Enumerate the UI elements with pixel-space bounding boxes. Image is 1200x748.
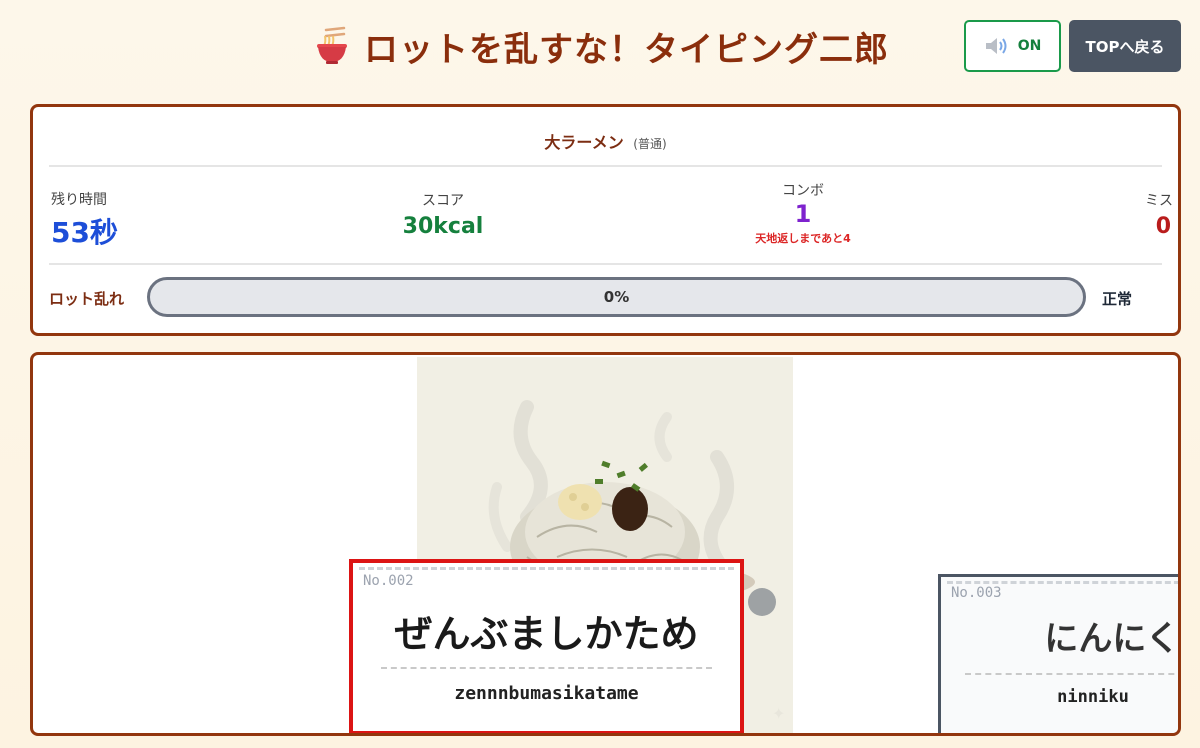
card-separator bbox=[381, 667, 712, 669]
time-stat: 残り時間 53秒 bbox=[51, 189, 118, 251]
miss-label: ミス bbox=[1145, 193, 1173, 209]
speaker-icon bbox=[985, 38, 1007, 54]
card-number: No.003 bbox=[951, 585, 1002, 601]
miss-value: 0 bbox=[1155, 214, 1171, 239]
score-value: 30kcal bbox=[402, 214, 484, 239]
status-divider-top bbox=[49, 165, 1162, 167]
combo-stat: コンボ 1 天地返しまであと4 bbox=[733, 180, 873, 246]
course-level: (普通) bbox=[633, 137, 667, 151]
lot-disorder-label: ロット乱れ bbox=[49, 290, 125, 308]
sound-toggle-button[interactable]: ON bbox=[964, 20, 1061, 72]
sound-state-label: ON bbox=[1017, 38, 1042, 54]
ramen-bowl-icon bbox=[317, 26, 347, 64]
combo-value: 1 bbox=[794, 200, 812, 228]
combo-label: コンボ bbox=[782, 183, 824, 199]
time-value: 53秒 bbox=[51, 216, 118, 249]
status-divider-bottom bbox=[49, 263, 1162, 265]
miss-stat: ミス 0 bbox=[1123, 190, 1173, 239]
next-word-card: No.003 にんにく ninniku bbox=[938, 574, 1180, 733]
game-area: ✦ No.002 ぜんぶましかため zennnbumasikatame No.0… bbox=[30, 352, 1181, 736]
lot-state-label: 正常 bbox=[1102, 290, 1133, 308]
lot-disorder-percent: 0% bbox=[603, 288, 630, 306]
card-romaji: zennnbumasikatame bbox=[454, 683, 639, 704]
card-word: ぜんぶましかため bbox=[394, 612, 699, 656]
time-label: 残り時間 bbox=[51, 192, 107, 208]
course-name: 大ラーメン bbox=[544, 133, 624, 152]
score-stat: スコア 30kcal bbox=[383, 190, 503, 239]
score-label: スコア bbox=[422, 193, 464, 209]
card-number: No.002 bbox=[363, 573, 414, 589]
combo-note: 天地返しまであと4 bbox=[755, 232, 851, 245]
course-title: 大ラーメン (普通) bbox=[33, 129, 1178, 153]
svg-text:✦: ✦ bbox=[772, 704, 785, 723]
card-perforation bbox=[947, 581, 1178, 584]
title-text: ロットを乱すな！タイピング二郎 bbox=[364, 29, 889, 70]
back-to-top-button[interactable]: TOPへ戻る bbox=[1069, 20, 1181, 72]
status-panel: 大ラーメン (普通) 残り時間 53秒 スコア 30kcal コンボ 1 天地返… bbox=[30, 104, 1181, 336]
current-word-card: No.002 ぜんぶましかため zennnbumasikatame bbox=[349, 559, 744, 733]
card-separator bbox=[965, 673, 1178, 675]
lot-disorder-meter: 0% bbox=[147, 277, 1086, 317]
page-title: ロットを乱すな！タイピング二郎 bbox=[312, 22, 889, 70]
card-word: にんにく bbox=[1044, 619, 1180, 659]
card-perforation bbox=[359, 567, 734, 570]
card-romaji: ninniku bbox=[1057, 687, 1129, 707]
